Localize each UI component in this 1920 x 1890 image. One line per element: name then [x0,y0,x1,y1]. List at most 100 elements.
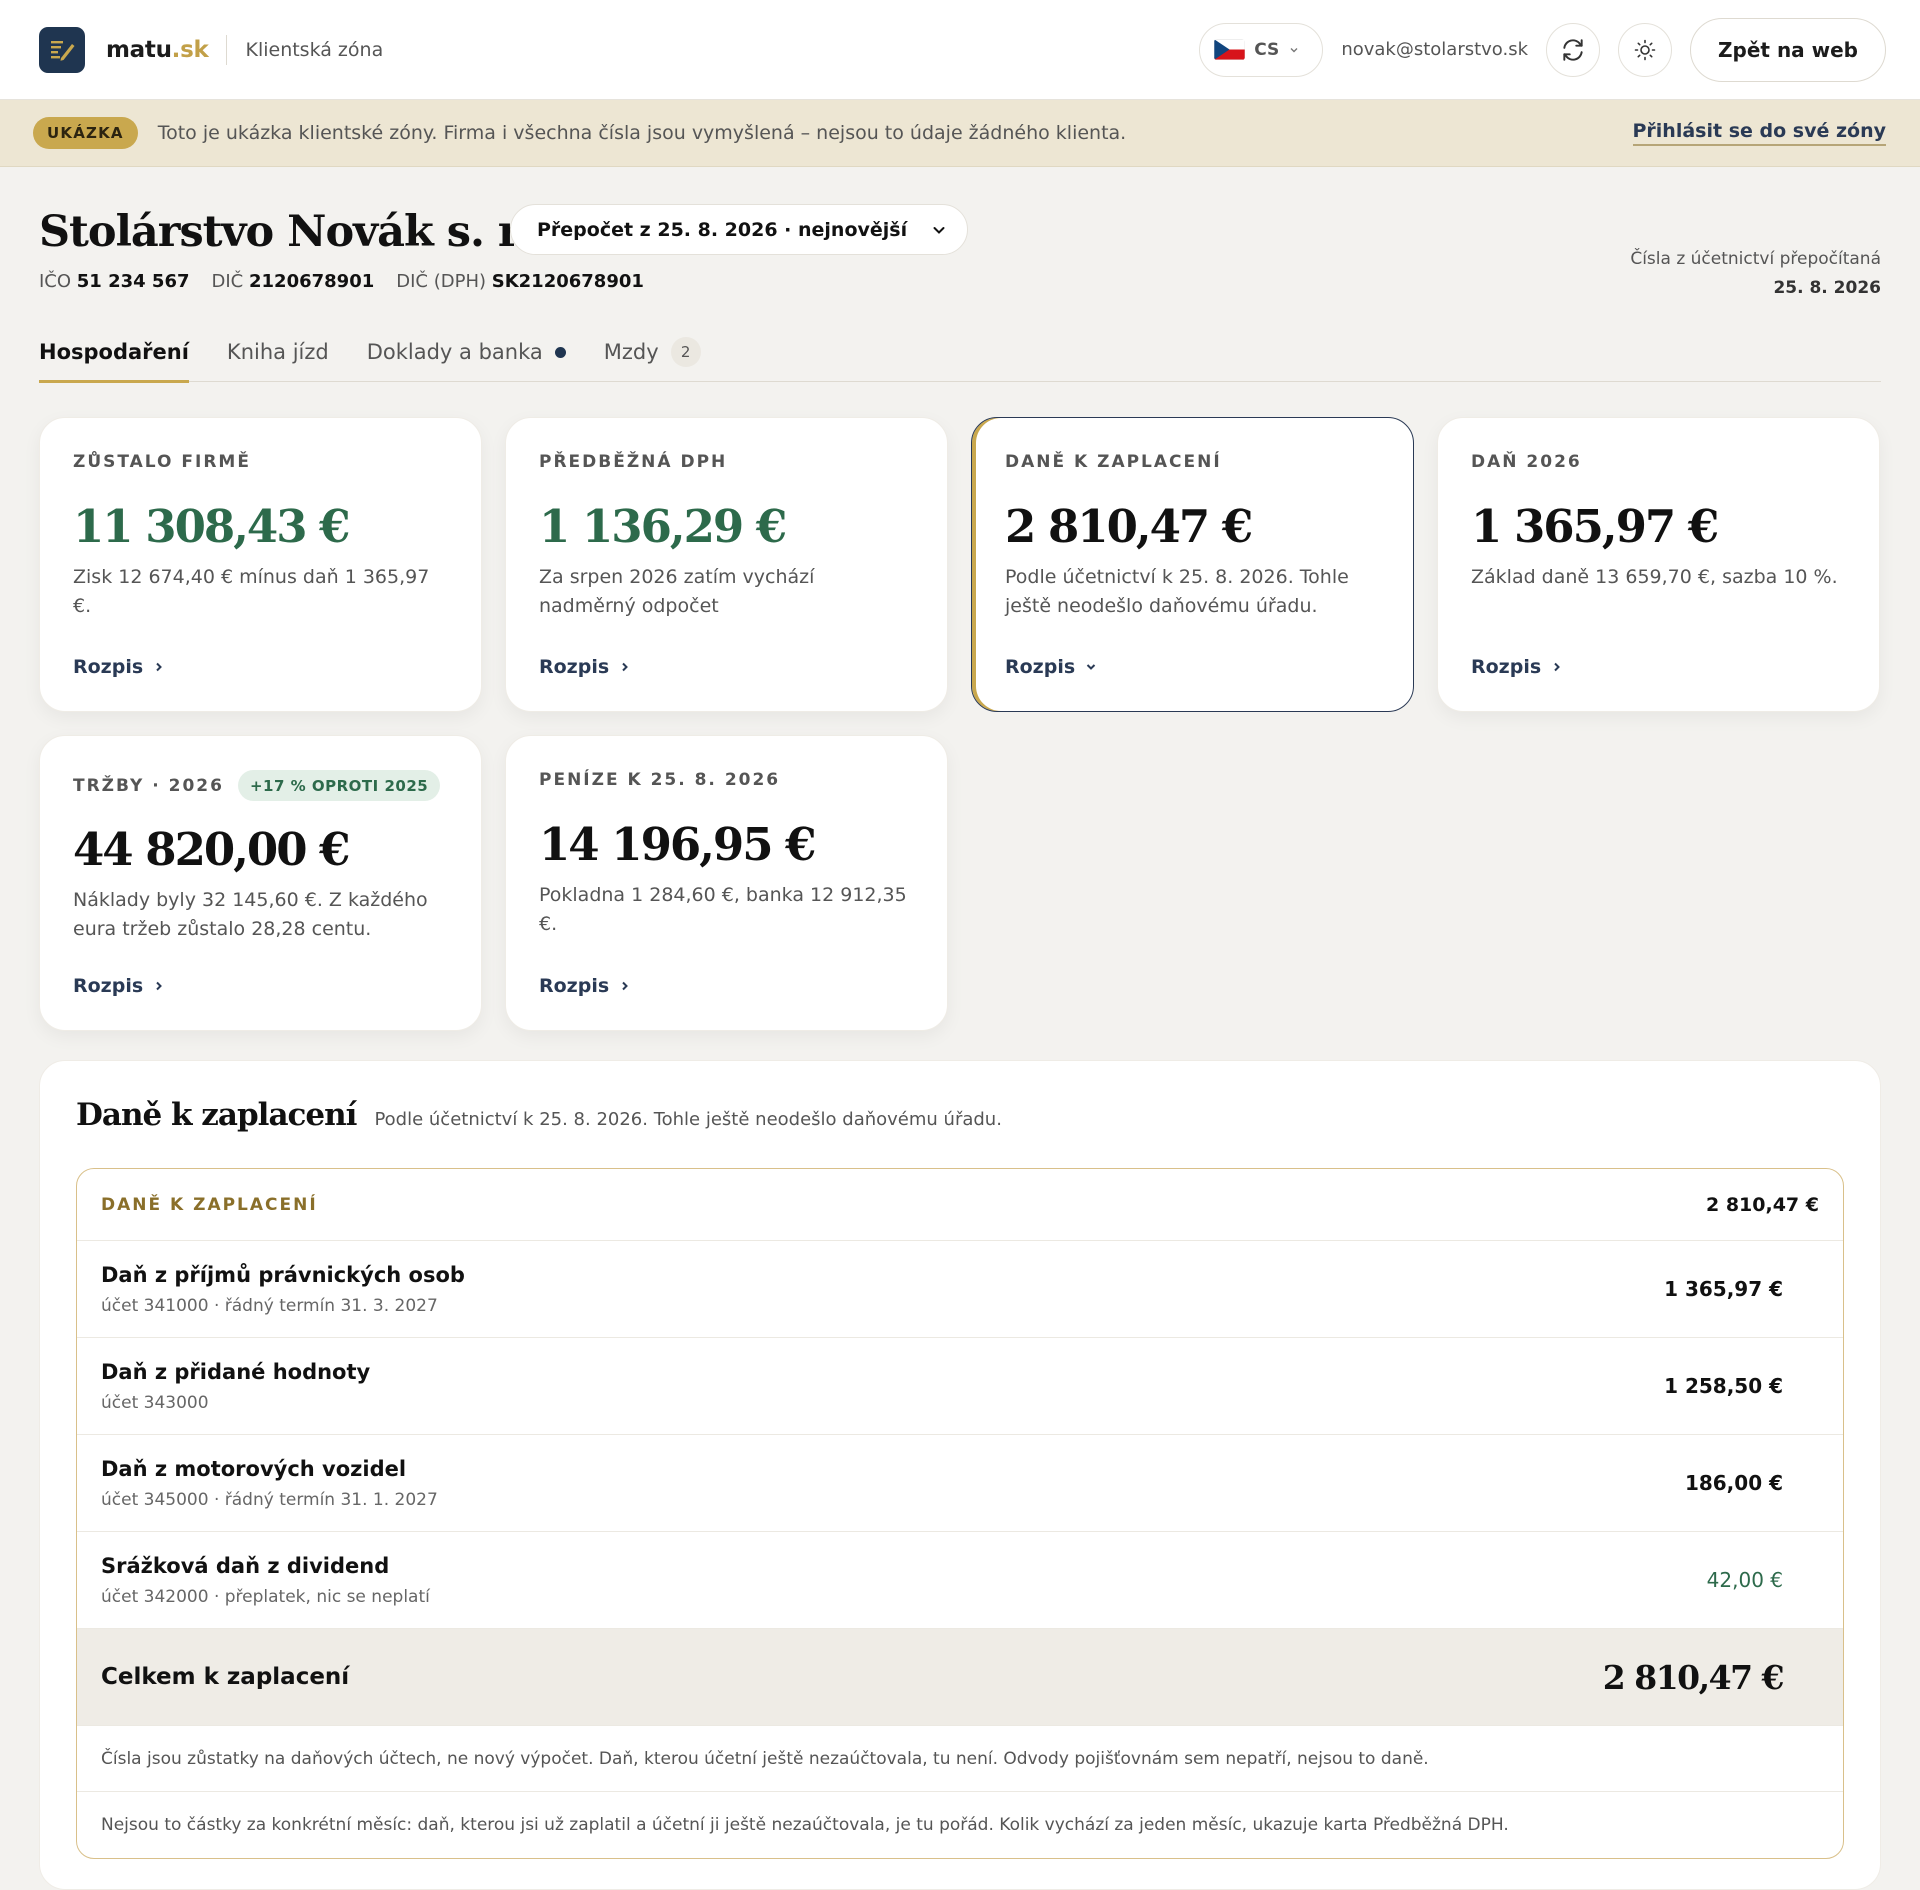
theme-toggle-button[interactable] [1618,22,1673,77]
card-rozpis-link[interactable]: Rozpis [539,656,631,678]
card-description: Náklady byly 32 145,60 €. Z každého eura… [73,889,428,940]
tax-meta: účet 341000 · řádný termín 31. 3. 2027 [101,1295,438,1316]
total-label: Celkem k zaplacení [101,1664,350,1690]
card-description: Pokladna 1 284,60 €, banka 12 912,35 €. [539,884,907,935]
total-amount: 2 810,47 € [1602,1657,1785,1697]
demo-banner: UKÁZKA Toto je ukázka klientské zóny. Fi… [0,100,1920,167]
taxes-table-sum: 2 810,47 € [1706,1193,1819,1216]
recalc-select-value: Přepočet z 25. 8. 2026 · nejnovější [537,218,908,241]
language-select[interactable]: CS [1199,22,1324,77]
card-description: Zisk 12 674,40 € mínus daň 1 365,97 €. [73,566,430,617]
card-value: 1 136,29 € [539,500,787,553]
taxes-panel: Daně k zaplacení Podle účetnictví k 25. … [39,1060,1881,1890]
refresh-button[interactable] [1546,22,1601,77]
company-header: Stolárstvo Novák s. r. o. Přepočet z 25.… [0,167,1920,314]
brand-divider [226,34,228,65]
tax-amount: 1 258,50 € [1664,1374,1783,1398]
tax-name: Daň z přidané hodnoty [101,1359,371,1384]
card-label: TRŽBY · 2026 +17 % OPROTI 2025 [73,770,448,801]
chevron-down-icon [933,226,945,234]
total-row: Celkem k zaplacení 2 810,47 € [77,1629,1843,1726]
card-rozpis-link[interactable]: Rozpis [1471,656,1563,678]
card-rozpis-link[interactable]: Rozpis [73,656,165,678]
back-to-web-button[interactable]: Zpět na web [1690,17,1886,82]
card-rozpis-link[interactable]: Rozpis [1005,656,1097,678]
top-bar: matu.sk Klientská zóna CS novak@stolarst… [0,0,1920,100]
chevron-right-icon [156,981,163,991]
card-description: Základ daně 13 659,70 €, sazba 10 %. [1471,566,1838,588]
taxes-table: DANĚ K ZAPLACENÍ 2 810,47 € Daň z příjmů… [76,1168,1844,1859]
tax-meta: účet 342000 · přeplatek, nic se neplatí [101,1586,430,1607]
chevron-right-icon [1554,662,1561,672]
tab-count-badge: 2 [670,337,701,367]
logo-icon[interactable] [39,26,85,73]
table-row: Daň z přidané hodnoty účet 343000 1 258,5… [77,1338,1843,1435]
card-value: 11 308,43 € [73,500,351,553]
card-value: 44 820,00 € [73,823,351,876]
card-dan-2026[interactable]: DAŇ 2026 1 365,97 € Základ daně 13 659,7… [1437,417,1880,712]
brand[interactable]: matu.sk [106,37,209,63]
card-description: Za srpen 2026 zatím vychází nadměrný odp… [539,566,815,617]
icdph: DIČ (DPH) SK2120678901 [396,271,644,292]
growth-pill: +17 % OPROTI 2025 [237,770,441,801]
card-trzby-2026[interactable]: TRŽBY · 2026 +17 % OPROTI 2025 44 820,00 … [39,735,482,1031]
card-description: Podle účetnictví k 25. 8. 2026. Tohle je… [1005,566,1349,617]
card-value: 2 810,47 € [1005,500,1253,553]
tax-name: Srážková daň z dividend [101,1553,390,1578]
table-row: Daň z příjmů právnických osob účet 341000… [77,1241,1843,1338]
tab-doklady-a-banka[interactable]: Doklady a banka [367,322,566,382]
chevron-down-icon [1290,47,1298,52]
taxes-table-label: DANĚ K ZAPLACENÍ [101,1194,318,1215]
czech-flag-icon [1214,39,1246,60]
taxes-panel-title: Daně k zaplacení [76,1097,357,1133]
recalc-info-label: Čísla z účetnictví přepočítaná [1630,249,1881,269]
dic: DIČ 2120678901 [211,271,375,292]
zone-label: Klientská zóna [245,38,384,61]
taxes-panel-header: Daně k zaplacení Podle účetnictví k 25. … [76,1097,1002,1133]
tax-name: Daň z motorových vozidel [101,1456,407,1481]
card-rozpis-link[interactable]: Rozpis [539,975,631,997]
company-ids: IČO 51 234 567 DIČ 2120678901 DIČ (DPH) … [39,271,644,292]
card-label: PŘEDBĚŽNÁ DPH [539,452,728,472]
tax-amount: 42,00 € [1706,1568,1783,1592]
card-predbezna-dph[interactable]: PŘEDBĚŽNÁ DPH 1 136,29 € Za srpen 2026 z… [505,417,948,712]
refresh-icon [1563,38,1583,61]
taxes-table-header: DANĚ K ZAPLACENÍ 2 810,47 € [77,1169,1843,1241]
taxes-note: Čísla jsou zůstatky na daňových účtech, … [77,1726,1843,1792]
card-label: DAŇ 2026 [1471,452,1582,472]
demo-banner-text: Toto je ukázka klientské zóny. Firma i v… [157,122,1127,144]
chevron-right-icon [622,981,629,991]
tab-bar: Hospodaření Kniha jízd Doklady a banka M… [39,314,1881,383]
tax-name: Daň z příjmů právnických osob [101,1262,465,1287]
tax-meta: účet 343000 [101,1392,209,1413]
taxes-note: Nejsou to částky za konkrétní měsíc: daň… [101,1815,1509,1835]
chevron-right-icon [622,662,629,672]
table-row: Srážková daň z dividend účet 342000 · pře… [77,1532,1843,1629]
tab-mzdy[interactable]: Mzdy 2 [604,322,701,382]
user-email: novak@stolarstvo.sk [1341,39,1529,60]
card-label: PENÍZE K 25. 8. 2026 [539,770,781,790]
language-label: CS [1254,39,1280,60]
tab-hospodareni[interactable]: Hospodaření [39,322,189,383]
taxes-panel-subtitle: Podle účetnictví k 25. 8. 2026. Tohle je… [374,1109,1002,1130]
tab-kniha-jizd[interactable]: Kniha jízd [227,322,329,382]
table-row: Daň z motorových vozidel účet 345000 · řá… [77,1435,1843,1532]
login-link[interactable]: Přihlásit se do své zóny [1632,120,1886,146]
sun-icon [1634,39,1656,60]
company-name: Stolárstvo Novák s. r. o. [39,207,585,257]
recalc-select[interactable]: Přepočet z 25. 8. 2026 · nejnovější [510,204,969,255]
card-penize[interactable]: PENÍZE K 25. 8. 2026 14 196,95 € Pokladn… [505,735,948,1031]
tax-meta: účet 345000 · řádný termín 31. 1. 2027 [101,1489,438,1510]
card-zustalo-firme[interactable]: ZŮSTALO FIRMĚ 11 308,43 € Zisk 12 674,40… [39,417,482,712]
recalc-info-date: 25. 8. 2026 [1773,278,1881,298]
chevron-right-icon [156,662,163,672]
card-dane-k-zaplaceni[interactable]: DANĚ K ZAPLACENÍ 2 810,47 € Podle účetni… [971,417,1414,712]
card-label: ZŮSTALO FIRMĚ [73,452,251,472]
card-rozpis-link[interactable]: Rozpis [73,975,165,997]
ico: IČO 51 234 567 [39,271,190,292]
summary-cards: ZŮSTALO FIRMĚ 11 308,43 € Zisk 12 674,40… [0,382,1920,1032]
tax-amount: 1 365,97 € [1664,1277,1783,1301]
card-value: 1 365,97 € [1471,500,1719,553]
tax-amount: 186,00 € [1684,1471,1783,1495]
card-label: DANĚ K ZAPLACENÍ [1005,452,1222,472]
